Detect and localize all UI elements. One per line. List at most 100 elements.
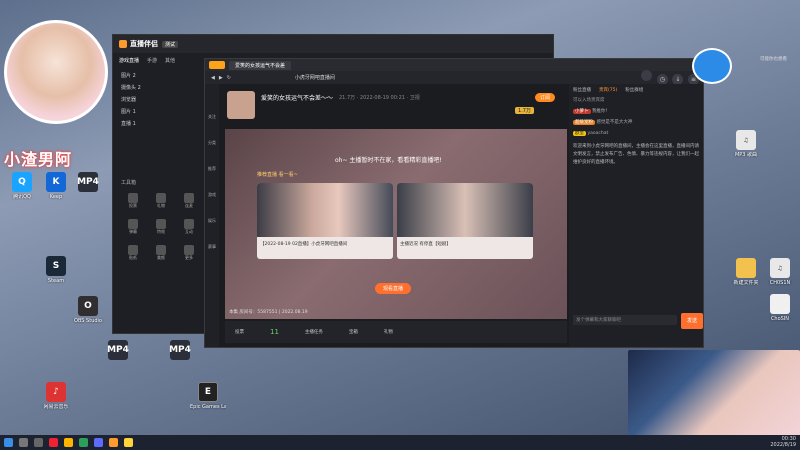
chest-button[interactable]: 宝箱 <box>349 329 358 335</box>
chat-tabs: 粉丝直播 贵宾(75) 粉丝群组 <box>569 84 703 96</box>
start-icon[interactable] <box>4 438 13 447</box>
desktop-icon-chosin[interactable]: ♫ CH0S1N <box>762 258 798 292</box>
desktop-icon-epic[interactable]: E Epic Games Launcher <box>190 382 226 416</box>
qq-icon: Q <box>12 172 32 192</box>
taskbar-clock[interactable]: 00:30 2022/8/19 <box>770 436 796 448</box>
desktop-icon-mp4-3[interactable]: MP4 <box>162 340 198 374</box>
nav-game[interactable]: 游戏 <box>205 182 219 208</box>
player-bottom-bar: 投票 11 主播任务 宝箱 礼物 <box>225 321 567 343</box>
desktop-icon-obs[interactable]: O OBS Studio <box>70 296 106 330</box>
tool-item[interactable]: 连麦 <box>177 193 201 209</box>
tool-item[interactable]: 特效 <box>149 219 173 235</box>
tool-item[interactable]: 贴纸 <box>121 245 145 261</box>
room-meta: 21.7万 · 2022-08-19 00:21 · 卫视 <box>339 95 420 101</box>
offline-message: oh~ 主播暂时不在家，看看精彩直播吧! <box>335 157 442 164</box>
level-indicator: 11 <box>270 328 279 336</box>
app-taskbar-icon[interactable] <box>109 438 118 447</box>
room-header: 爱笑的女孩运气不会差～～ 21.7万 · 2022-08-19 00:21 · … <box>227 91 563 121</box>
folder-icon <box>736 258 756 278</box>
streamer-name-text: 小渣男阿 <box>4 150 73 169</box>
app-taskbar-icon[interactable] <box>49 438 58 447</box>
tool-item[interactable]: 礼物 <box>149 193 173 209</box>
desktop-icon-chosin-doc[interactable]: ChoSIN <box>762 294 798 328</box>
chat-input[interactable]: 发个弹幕和大家聊聊吧 <box>573 315 677 325</box>
app-taskbar-icon[interactable] <box>124 438 133 447</box>
streamer-avatar-overlay <box>4 20 108 124</box>
rank-badge: 1.7万 <box>515 107 534 114</box>
video-card[interactable]: 主播近况 有停直【短剧】 <box>397 183 533 259</box>
tool-item[interactable]: 弹幕 <box>121 219 145 235</box>
nav-match[interactable]: 赛事 <box>205 234 219 260</box>
desktop-icon-folder[interactable]: 新建文件夹 <box>728 258 764 292</box>
vote-button[interactable]: 投票 <box>235 329 244 335</box>
taskview-icon[interactable] <box>34 438 43 447</box>
chat-message: 超级宠粉 感觉是不是大大神 <box>573 120 633 125</box>
app-badge: 测试 <box>162 40 179 48</box>
video-thumbnail <box>397 183 533 237</box>
browser-tab[interactable]: 爱笑的女孩运气不会差 <box>229 60 292 70</box>
footer-info: 本集 房间号：5587551 | 2022.08.19 <box>229 310 308 315</box>
chat-notice: 可以入场贵宾席 <box>573 98 605 103</box>
replay-button[interactable]: 观看直播 <box>375 283 412 294</box>
send-button[interactable]: 发送 <box>681 313 703 329</box>
nav-follow[interactable]: 关注 <box>205 104 219 130</box>
epic-icon: E <box>198 382 218 402</box>
app-title: 直播伴侣 <box>130 40 158 48</box>
tool-item[interactable]: 投票 <box>121 193 145 209</box>
refresh-icon[interactable]: ↻ <box>227 75 231 81</box>
follow-button[interactable]: 订阅 <box>535 93 556 102</box>
video-file-icon: MP4 <box>107 340 129 360</box>
video-card[interactable]: 【2022-08-19 02直播】小虎牙网吧直播间 <box>257 183 393 259</box>
gift-button[interactable]: 礼物 <box>384 329 393 335</box>
desktop-icon-mp4-2[interactable]: MP4 <box>100 340 136 374</box>
tab-game[interactable]: 游戏直播 <box>119 57 139 64</box>
search-icon[interactable] <box>19 438 28 447</box>
live-assistant-titlebar: 直播伴侣 测试 <box>113 35 553 53</box>
browser-window: 爱笑的女孩运气不会差 ◀ ▶ ↻ 小虎牙网吧直播间 ◷ ↓ ≡ 关注 分类 推荐… <box>204 58 704 348</box>
audio-file-icon: ♫ <box>736 130 756 150</box>
window-controls: ◷ ↓ ≡ <box>638 70 699 85</box>
avatar-icon[interactable] <box>641 70 653 81</box>
address-bar[interactable]: 小虎牙网吧直播间 <box>295 74 335 81</box>
app-taskbar-icon[interactable] <box>64 438 73 447</box>
taskbar: 00:30 2022/8/19 <box>0 435 800 450</box>
document-icon <box>770 294 790 314</box>
desktop-icon-mp4-1[interactable]: MP4 <box>70 172 106 206</box>
system-message: 欢迎来到小虎牙网吧的直播间，主播会在这里直播，直播间内请文明发言，禁止发布广告、… <box>573 144 699 165</box>
desktop-icon-steam[interactable]: S Steam <box>38 256 74 290</box>
back-icon[interactable]: ◀ <box>211 75 215 81</box>
browser-toolbar: ◀ ▶ ↻ 小虎牙网吧直播间 ◷ ↓ ≡ <box>205 70 703 85</box>
nav-ent[interactable]: 娱乐 <box>205 208 219 234</box>
tab-other[interactable]: 其他 <box>165 57 175 64</box>
desktop-icon-qq[interactable]: Q 腾讯QQ <box>4 172 40 206</box>
tab-fans-live[interactable]: 粉丝直播 <box>573 87 591 93</box>
forward-icon[interactable]: ▶ <box>219 75 223 81</box>
tool-item[interactable]: 美颜 <box>149 245 173 261</box>
webcam-overlay <box>628 350 800 436</box>
nav-recommend[interactable]: 推荐 <box>205 156 219 182</box>
app-taskbar-icon[interactable] <box>79 438 88 447</box>
tool-item[interactable]: 更多 <box>177 245 201 261</box>
nav-category[interactable]: 分类 <box>205 130 219 156</box>
player-area: oh~ 主播暂时不在家，看看精彩直播吧! 推荐直播 看一看~ 【2022-08-… <box>225 129 567 319</box>
top-hint: 可能你也想看 <box>760 57 787 62</box>
tab-vip[interactable]: 贵宾(75) <box>599 87 617 93</box>
video-file-icon: MP4 <box>169 340 191 360</box>
desktop-icon-keep[interactable]: K Keep <box>38 172 74 206</box>
chat-panel: 粉丝直播 贵宾(75) 粉丝群组 可以入场贵宾席 小萝卜 我推你！ 超级宠粉 感… <box>569 84 703 347</box>
tool-item[interactable]: 互动 <box>177 219 201 235</box>
app-logo-icon <box>119 40 127 48</box>
app-taskbar-icon[interactable] <box>94 438 103 447</box>
task-button[interactable]: 主播任务 <box>305 329 323 335</box>
tab-fan-group[interactable]: 粉丝群组 <box>625 87 643 93</box>
desktop-icon-mp3[interactable]: ♫ MP3 歌曲 <box>728 130 764 164</box>
doraemon-avatar <box>692 48 732 84</box>
room-title: 爱笑的女孩运气不会差～～ <box>261 95 334 102</box>
video-file-icon: MP4 <box>77 172 99 192</box>
left-nav: 关注 分类 推荐 游戏 娱乐 赛事 <box>205 84 219 347</box>
video-title: 主播近况 有停直【短剧】 <box>400 242 451 247</box>
music-icon: ♪ <box>46 382 66 402</box>
desktop-icon-music[interactable]: ♪ 网易云音乐 <box>38 382 74 416</box>
tab-mobile[interactable]: 手游 <box>147 57 157 64</box>
streamer-avatar[interactable] <box>227 91 255 119</box>
